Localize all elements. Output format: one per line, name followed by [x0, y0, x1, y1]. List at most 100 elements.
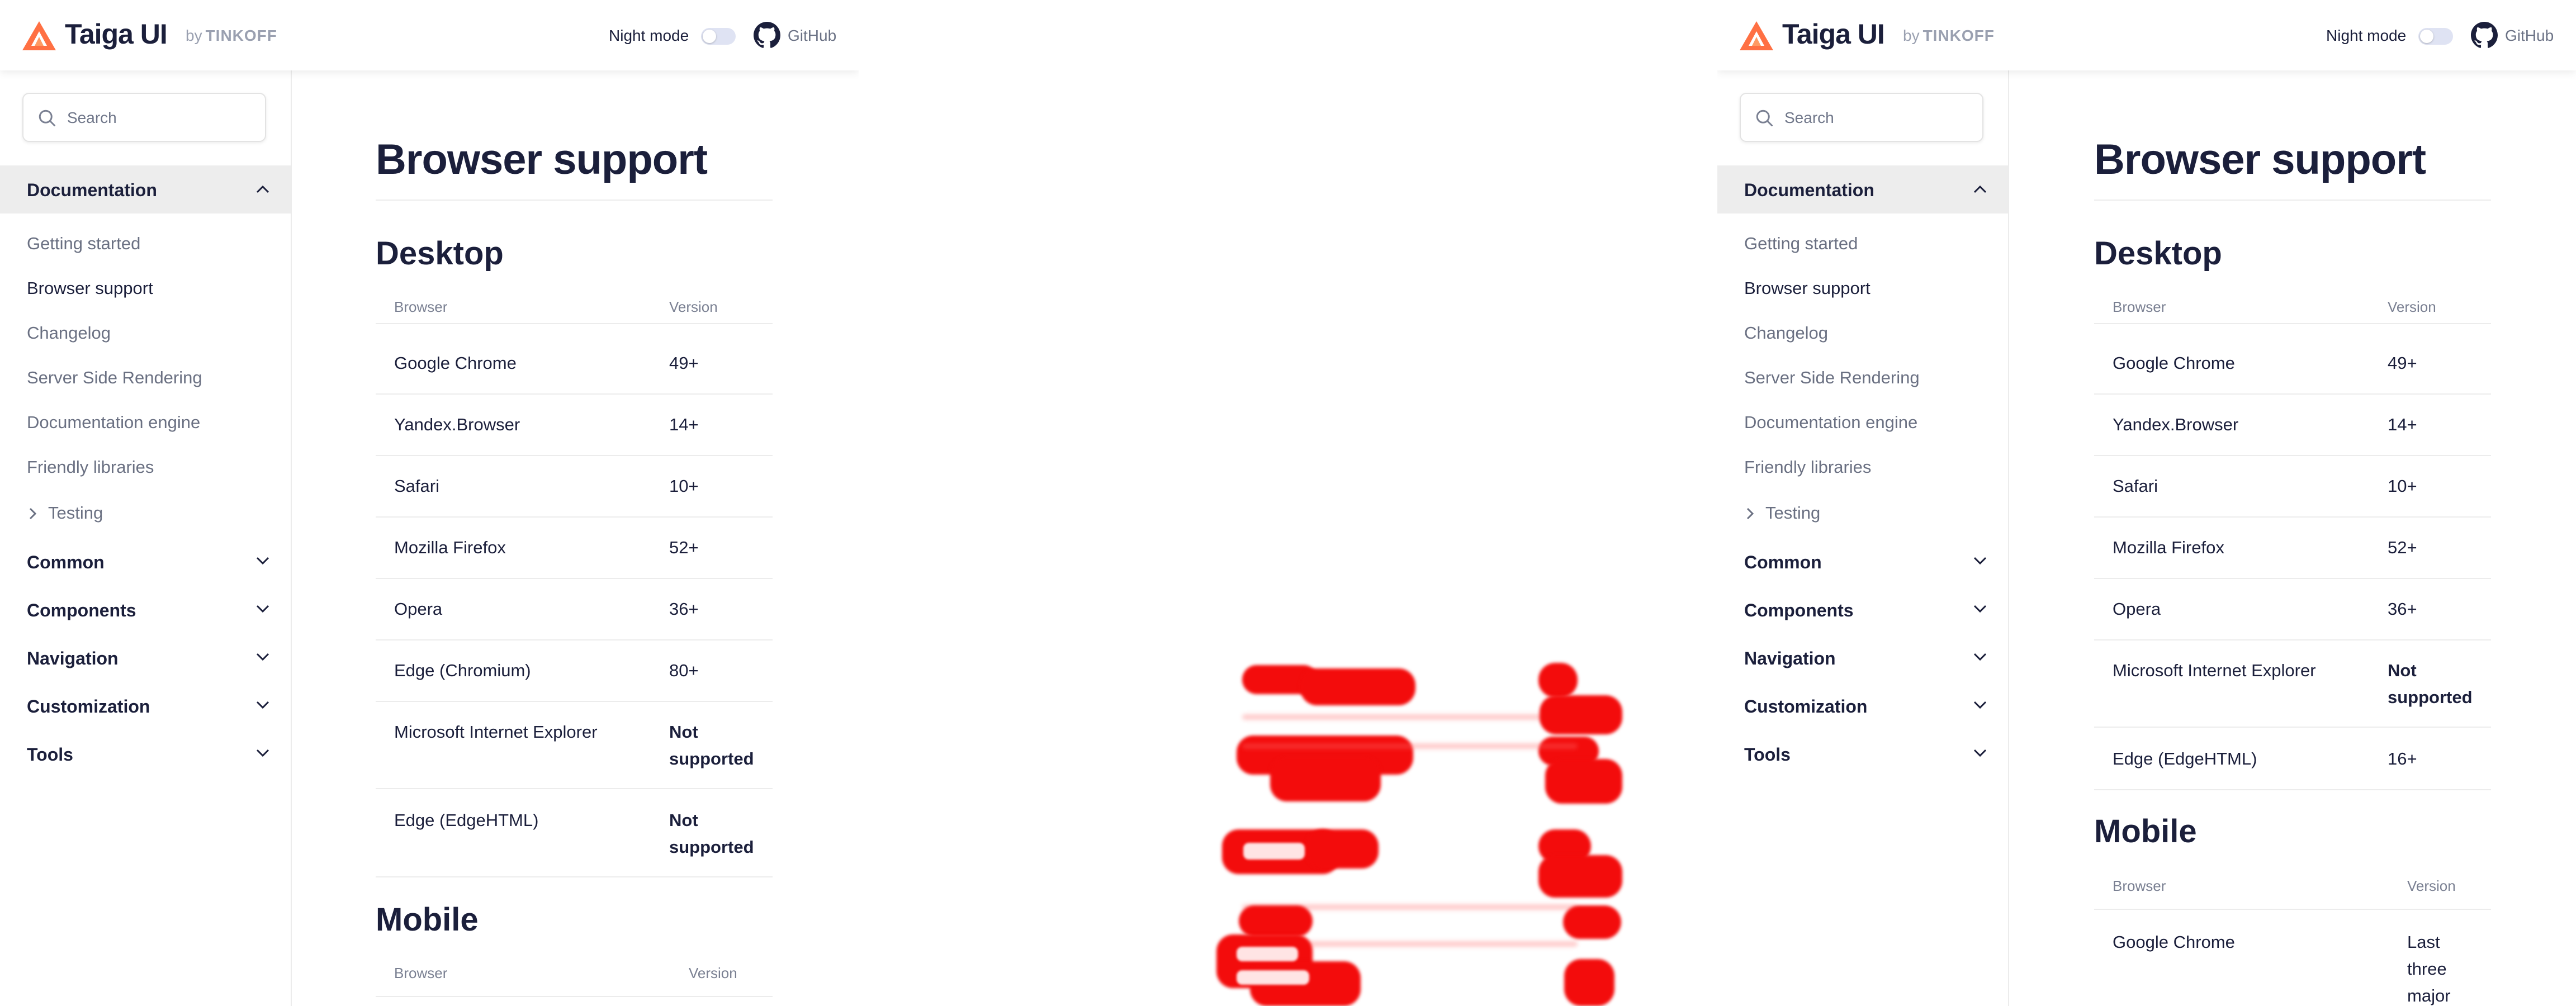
- docs-window-left: Taiga UI byTINKOFF Night mode GitHub Doc…: [0, 0, 859, 1006]
- divider: [376, 578, 773, 579]
- divider: [2094, 727, 2491, 728]
- section-components[interactable]: Components: [0, 586, 291, 634]
- section-label: Common: [27, 552, 105, 572]
- sidebar-item-testing[interactable]: Testing: [1744, 503, 1912, 525]
- section-label: Components: [1744, 600, 1854, 620]
- section-customization[interactable]: Customization: [1717, 682, 2008, 730]
- search-input[interactable]: [66, 105, 258, 131]
- chevron-down-icon: [256, 749, 269, 757]
- search-box[interactable]: [22, 93, 266, 142]
- browser-cell: Edge (Chromium): [394, 661, 531, 680]
- divider: [376, 996, 773, 997]
- sidebar-item-doc-engine[interactable]: Documentation engine: [1744, 412, 1917, 433]
- browser-cell: Opera: [394, 599, 443, 619]
- search-icon: [39, 110, 55, 126]
- section-label: Navigation: [27, 648, 119, 668]
- redaction-block: [1270, 757, 1381, 801]
- sidebar-item-changelog[interactable]: Changelog: [27, 323, 111, 343]
- sidebar-item-friendly-libraries[interactable]: Friendly libraries: [1744, 457, 1871, 477]
- col-header-browser: Browser: [2113, 877, 2166, 894]
- section-label: Documentation: [1744, 180, 1874, 200]
- night-mode-toggle[interactable]: [2418, 28, 2453, 45]
- section-common[interactable]: Common: [0, 538, 291, 586]
- sidebar-item-ssr[interactable]: Server Side Rendering: [27, 368, 202, 388]
- browser-cell: Edge (EdgeHTML): [2113, 749, 2257, 768]
- chevron-down-icon: [1973, 557, 1987, 565]
- divider: [2094, 639, 2491, 640]
- search-input[interactable]: [1783, 105, 1976, 131]
- divider: [376, 876, 773, 877]
- browser-cell: Mozilla Firefox: [2113, 538, 2224, 557]
- github-link[interactable]: GitHub: [788, 27, 836, 45]
- version-cell: 36+: [669, 599, 699, 619]
- version-cell: 49+: [2388, 353, 2417, 373]
- section-documentation[interactable]: Documentation: [1717, 165, 2008, 213]
- redaction-block: [1306, 829, 1379, 869]
- col-header-browser: Browser: [394, 965, 448, 981]
- divider: [376, 788, 773, 789]
- night-mode-toggle[interactable]: [701, 28, 736, 45]
- divider: [2094, 578, 2491, 579]
- divider: [376, 455, 773, 456]
- sidebar-item-browser-support[interactable]: Browser support: [27, 278, 153, 298]
- brand-company: by TINKOFF: [1903, 27, 1995, 44]
- sidebar-item-label: Testing: [1765, 503, 1821, 523]
- browser-cell: Opera: [2113, 599, 2161, 619]
- redaction-block: [1538, 663, 1578, 697]
- section-label: Customization: [27, 696, 150, 716]
- github-link[interactable]: GitHub: [2505, 27, 2554, 45]
- chevron-up-icon: [1973, 185, 1987, 193]
- section-label: Documentation: [27, 180, 157, 200]
- section-documentation[interactable]: Documentation: [0, 165, 291, 213]
- sidebar-item-browser-support[interactable]: Browser support: [1744, 278, 1871, 298]
- sidebar-item-changelog[interactable]: Changelog: [1744, 323, 1828, 343]
- version-cell: 10+: [2388, 476, 2417, 496]
- redaction-block: [1545, 759, 1622, 804]
- section-customization[interactable]: Customization: [0, 682, 291, 730]
- top-header: Taiga UI by TINKOFF Night mode GitHub: [1717, 0, 2576, 70]
- sidebar-item-friendly-libraries[interactable]: Friendly libraries: [27, 457, 154, 477]
- version-cell: supported: [669, 749, 754, 768]
- brand-name[interactable]: Taiga UI: [1782, 18, 1885, 50]
- section-tools[interactable]: Tools: [0, 730, 291, 778]
- sidebar-item-testing[interactable]: Testing: [27, 503, 195, 525]
- browser-cell: Yandex.Browser: [2113, 415, 2239, 434]
- section-navigation[interactable]: Navigation: [0, 634, 291, 682]
- browser-cell: Google Chrome: [394, 353, 517, 373]
- chevron-down-icon: [1973, 701, 1987, 709]
- browser-cell: Google Chrome: [2113, 353, 2235, 373]
- section-tools[interactable]: Tools: [1717, 730, 2008, 778]
- section-common[interactable]: Common: [1717, 538, 2008, 586]
- sidebar-item-ssr[interactable]: Server Side Rendering: [1744, 368, 1920, 388]
- version-cell: supported: [2388, 687, 2473, 707]
- section-navigation[interactable]: Navigation: [1717, 634, 2008, 682]
- sidebar-item-doc-engine[interactable]: Documentation engine: [27, 412, 200, 433]
- col-header-version: Version: [2388, 298, 2436, 315]
- divider: [2094, 455, 2491, 456]
- sidebar-item-getting-started[interactable]: Getting started: [27, 234, 140, 254]
- sidebar-item-getting-started[interactable]: Getting started: [1744, 234, 1858, 254]
- search-box[interactable]: [1740, 93, 1983, 142]
- version-cell: supported: [669, 837, 754, 857]
- chevron-down-icon: [1973, 605, 1987, 613]
- version-cell: Not: [669, 722, 698, 742]
- chevron-down-icon: [256, 653, 269, 661]
- version-cell: 16+: [2388, 749, 2417, 768]
- section-label: Customization: [1744, 696, 1868, 716]
- section-components[interactable]: Components: [1717, 586, 2008, 634]
- docs-window-right: Taiga UI byTINKOFF Night mode GitHub Doc…: [1717, 0, 2576, 1006]
- version-cell: 10+: [669, 476, 699, 496]
- brand-name[interactable]: Taiga UI: [65, 18, 168, 50]
- redaction-block: [1538, 855, 1622, 898]
- github-icon[interactable]: [754, 22, 780, 49]
- redaction-block: [1300, 668, 1415, 705]
- desktop-heading: Desktop: [376, 235, 504, 272]
- sidebar: Documentation Getting started Browser su…: [1717, 70, 2009, 1006]
- chevron-down-icon: [256, 701, 269, 709]
- version-cell: 49+: [669, 353, 699, 373]
- browser-cell: Microsoft Internet Explorer: [2113, 661, 2316, 680]
- version-cell: 14+: [669, 415, 699, 434]
- divider: [376, 516, 773, 518]
- section-label: Components: [27, 600, 136, 620]
- github-icon[interactable]: [2471, 22, 2498, 49]
